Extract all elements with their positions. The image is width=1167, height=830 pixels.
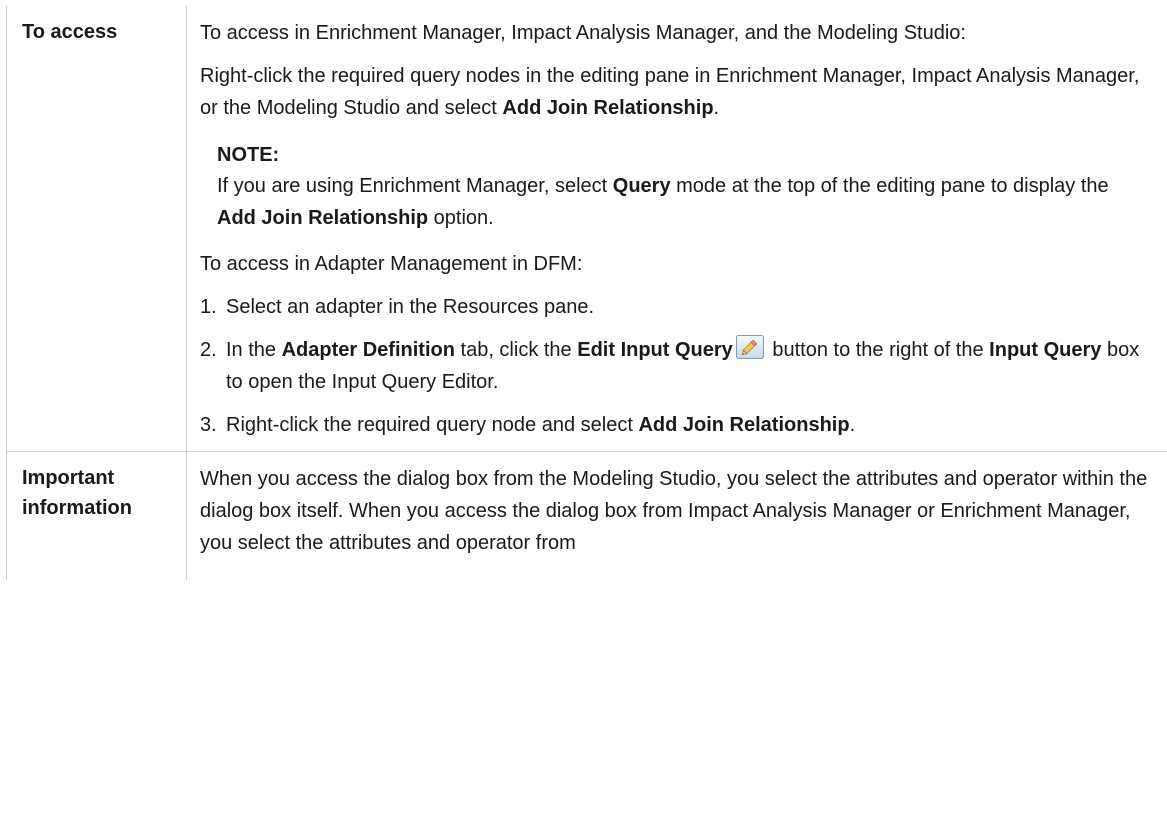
step-text-mid1: tab, click the: [454, 339, 578, 361]
note-mode-name: Query: [612, 175, 671, 197]
step-number: 1.: [200, 296, 217, 318]
note-text-pre: If you are using Enrichment Manager, sel…: [217, 175, 613, 197]
row-label: To access: [22, 21, 118, 43]
note-text-mid: mode at the top of the editing pane to d…: [670, 175, 1109, 197]
access-intro-text: To access in Enrichment Manager, Impact …: [200, 22, 966, 44]
row-label-cell: Important information: [6, 451, 187, 580]
step-text: Select an adapter in the Resources pane.: [226, 296, 595, 318]
step-text-mid2: button to the right of the: [766, 339, 990, 361]
adapter-definition-tab-name: Adapter Definition: [281, 339, 455, 361]
table-row-to-access: To access To access in Enrichment Manage…: [6, 6, 1167, 452]
edit-input-query-name: Edit Input Query: [577, 339, 733, 361]
step-number: 3.: [200, 414, 217, 436]
steps-list: 1. Select an adapter in the Resources pa…: [200, 291, 1151, 441]
step-text-post: .: [849, 414, 856, 436]
note-text-post: option.: [428, 207, 494, 229]
pencil-edit-icon: [735, 334, 765, 360]
step-number: 2.: [200, 339, 217, 361]
important-information-text: When you access the dialog box from the …: [200, 468, 1148, 554]
step-text-pre: Right-click the required query node and …: [226, 414, 639, 436]
add-join-relationship-name: Add Join Relationship: [638, 414, 850, 436]
input-query-box-name: Input Query: [989, 339, 1102, 361]
table-row-important-information: Important information When you access th…: [6, 451, 1167, 580]
list-item-step-3: 3. Right-click the required query node a…: [200, 409, 1151, 441]
info-table: To access To access in Enrichment Manage…: [6, 6, 1167, 580]
note-title: NOTE:: [217, 144, 280, 166]
note-block: NOTE: If you are using Enrichment Manage…: [217, 140, 1151, 234]
rightclick-instruction: Right-click the required query nodes in …: [200, 60, 1151, 124]
row-content-cell: When you access the dialog box from the …: [186, 451, 1167, 580]
step-text-pre: In the: [226, 339, 282, 361]
list-item-step-2: 2. In the Adapter Definition tab, click …: [200, 334, 1151, 398]
rightclick-menu-item: Add Join Relationship: [502, 97, 714, 119]
row-label: Important information: [22, 467, 132, 519]
pencil-edit-icon-graphic: [735, 335, 764, 359]
list-item-step-1: 1. Select an adapter in the Resources pa…: [200, 291, 1151, 323]
rightclick-end: .: [713, 97, 720, 119]
note-option-name: Add Join Relationship: [217, 207, 429, 229]
dfm-intro-text: To access in Adapter Management in DFM:: [200, 253, 583, 275]
note-body: If you are using Enrichment Manager, sel…: [217, 170, 1151, 234]
row-content-cell: To access in Enrichment Manager, Impact …: [186, 6, 1167, 452]
row-label-cell: To access: [6, 6, 187, 452]
